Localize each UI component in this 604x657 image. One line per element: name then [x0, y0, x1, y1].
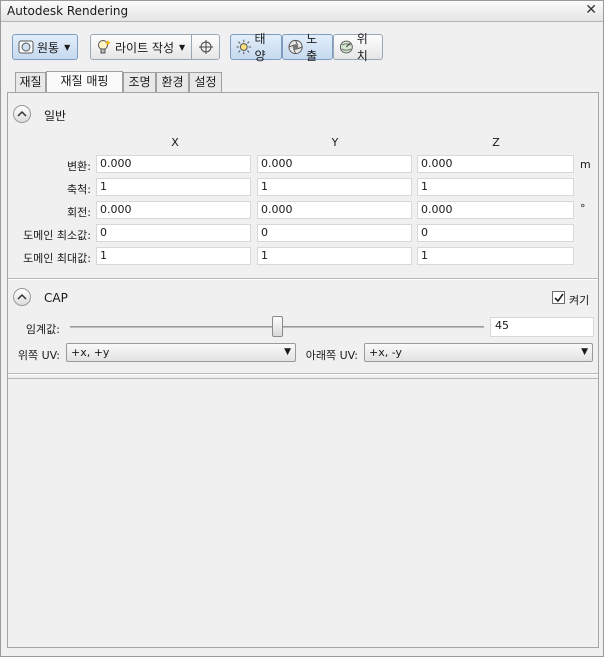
- domain-max-label: 도메인 최대값:: [23, 252, 91, 265]
- exposure-button[interactable]: 노출: [282, 32, 333, 63]
- scale-label: 축척:: [67, 183, 91, 196]
- section-divider-highlight: [8, 374, 598, 375]
- sun-label: 태양: [254, 32, 266, 63]
- translate-unit: m: [580, 158, 591, 171]
- rotate-unit: °: [580, 202, 586, 215]
- domain-min-label: 도메인 최소값:: [23, 229, 91, 242]
- top-uv-select[interactable]: +x, +y ▼: [66, 343, 296, 362]
- rotate-x-field[interactable]: 0.000: [96, 201, 251, 219]
- threshold-value-field[interactable]: 45: [490, 317, 594, 337]
- domain-max-z-field[interactable]: 1: [417, 247, 574, 265]
- chevron-down-icon: ▼: [179, 42, 186, 52]
- sun-icon: [236, 39, 252, 55]
- cap-enabled-checkbox[interactable]: [552, 291, 565, 304]
- globe-icon: [339, 40, 353, 54]
- close-icon[interactable]: ✕: [585, 2, 597, 18]
- lightbulb-icon: [98, 40, 111, 54]
- chevron-up-icon: [17, 293, 27, 300]
- bottom-uv-select[interactable]: +x, -y ▼: [364, 343, 593, 362]
- render-sphere-icon: [18, 40, 34, 54]
- chevron-down-icon: ▼: [284, 347, 291, 357]
- top-uv-label: 위쪽 UV:: [17, 349, 60, 362]
- column-header-y: Y: [331, 136, 339, 149]
- translate-x-field[interactable]: 0.000: [96, 155, 251, 173]
- light-create-group: 라이트 작성 ▼: [90, 34, 220, 60]
- rotate-z-field[interactable]: 0.000: [417, 201, 574, 219]
- render-mode-button[interactable]: 원통 ▼: [12, 34, 78, 60]
- render-mode-label: 원통: [37, 40, 60, 55]
- chevron-down-icon: ▼: [64, 42, 71, 52]
- translate-y-field[interactable]: 0.000: [257, 155, 412, 173]
- create-light-button[interactable]: 라이트 작성 ▼: [91, 35, 191, 59]
- section-divider-highlight: [8, 279, 598, 280]
- chevron-up-icon: [17, 110, 27, 117]
- general-collapse-button[interactable]: [13, 105, 31, 123]
- tab-settings[interactable]: 설정: [189, 72, 222, 92]
- exposure-label: 노출: [306, 32, 318, 63]
- checkmark-icon: [554, 293, 564, 303]
- domain-min-z-field[interactable]: 0: [417, 224, 574, 242]
- threshold-slider-thumb[interactable]: [271, 316, 283, 337]
- location-label: 위치: [356, 32, 368, 63]
- crosshair-icon: [198, 40, 213, 54]
- chevron-down-icon: ▼: [581, 347, 588, 357]
- title-bar: Autodesk Rendering ✕: [1, 1, 603, 22]
- translate-z-field[interactable]: 0.000: [417, 155, 574, 173]
- location-button[interactable]: 위치: [333, 32, 383, 63]
- light-locator-button[interactable]: [191, 35, 219, 59]
- column-header-z: Z: [492, 136, 500, 149]
- threshold-label: 임계값:: [25, 323, 60, 336]
- domain-min-y-field[interactable]: 0: [257, 224, 412, 242]
- cap-collapse-button[interactable]: [13, 288, 31, 306]
- exposure-icon: [288, 39, 303, 55]
- scale-z-field[interactable]: 1: [417, 178, 574, 196]
- tab-material-mapping[interactable]: 재질 매핑: [46, 71, 123, 92]
- column-header-x: X: [171, 136, 179, 149]
- material-mapping-panel: 일반 X Y Z 변환: 0.000 0.000 0.000 m 축척: 1 1…: [7, 92, 599, 648]
- tab-material[interactable]: 재질: [15, 72, 46, 92]
- cap-section-title: CAP: [44, 291, 68, 305]
- section-divider: [8, 378, 598, 379]
- tab-environment[interactable]: 환경: [156, 72, 189, 92]
- scale-y-field[interactable]: 1: [257, 178, 412, 196]
- top-uv-value: +x, +y: [71, 346, 110, 359]
- domain-min-x-field[interactable]: 0: [96, 224, 251, 242]
- domain-max-y-field[interactable]: 1: [257, 247, 412, 265]
- sun-button[interactable]: 태양: [230, 32, 282, 63]
- cap-enabled-label: 켜기: [569, 294, 590, 307]
- general-section-title: 일반: [44, 109, 67, 123]
- bottom-uv-value: +x, -y: [369, 346, 403, 359]
- bottom-uv-label: 아래쪽 UV:: [305, 349, 358, 362]
- rendering-window: Autodesk Rendering ✕ 원통 ▼ 라이트 작성 ▼ 태양 노출…: [0, 0, 604, 657]
- rotate-y-field[interactable]: 0.000: [257, 201, 412, 219]
- rotate-label: 회전:: [67, 206, 91, 219]
- tab-lighting[interactable]: 조명: [123, 72, 156, 92]
- window-title: Autodesk Rendering: [7, 4, 129, 18]
- translate-label: 변환:: [67, 160, 91, 173]
- domain-max-x-field[interactable]: 1: [96, 247, 251, 265]
- create-light-label: 라이트 작성: [115, 40, 175, 55]
- scale-x-field[interactable]: 1: [96, 178, 251, 196]
